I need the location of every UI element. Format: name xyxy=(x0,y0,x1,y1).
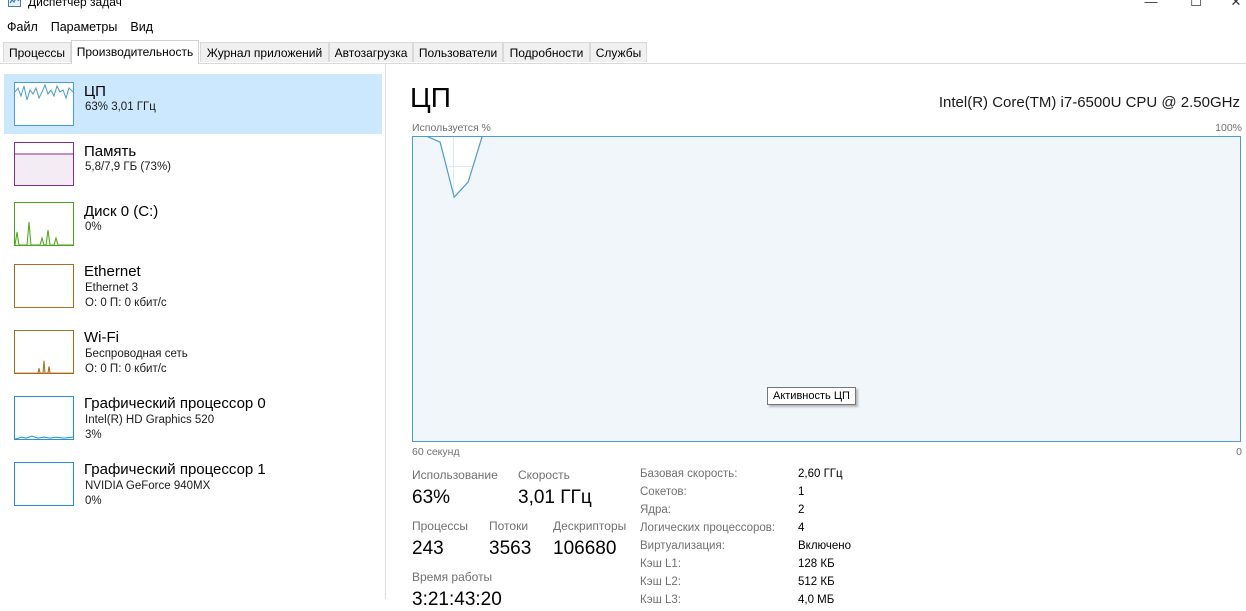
handles-label: Дескрипторы xyxy=(553,519,627,533)
spec-label-cores: Ядра: xyxy=(640,504,672,516)
spec-label-virtualization: Виртуализация: xyxy=(640,540,725,552)
window-title: Диспетчер задач xyxy=(28,0,122,9)
resource-detail: 63% 3,01 ГГц xyxy=(85,101,156,113)
tab-users[interactable]: Пользователи xyxy=(413,42,503,62)
spec-value-l3-cache: 4,0 МБ xyxy=(798,594,835,606)
tab-services[interactable]: Службы xyxy=(590,42,647,62)
resource-item-memory[interactable]: Память 5,8/7,9 ГБ (73%) xyxy=(4,134,382,194)
processes-value: 243 xyxy=(412,538,444,559)
close-button[interactable]: ✕ xyxy=(1216,0,1246,10)
resource-item-ethernet[interactable]: Ethernet Ethernet 3 О: 0 П: 0 кбит/с xyxy=(4,254,382,314)
tab-bar: Процессы Производительность Журнал прило… xyxy=(0,40,1246,64)
resource-item-wifi[interactable]: Wi-Fi Беспроводная сеть О: 0 П: 0 кбит/с xyxy=(4,320,382,380)
tab-startup[interactable]: Автозагрузка xyxy=(329,42,413,62)
wifi-thumbnail-graph xyxy=(14,330,74,374)
usage-label: Использование xyxy=(412,468,498,482)
threads-value: 3563 xyxy=(489,538,532,559)
spec-value-sockets: 1 xyxy=(798,486,805,498)
disk-thumbnail-graph xyxy=(14,202,74,246)
speed-value: 3,01 ГГц xyxy=(518,487,592,508)
memory-thumbnail-graph xyxy=(14,142,74,186)
menu-options[interactable]: Параметры xyxy=(44,18,124,38)
cpu-thumbnail-graph xyxy=(14,82,74,126)
spec-value-l1-cache: 128 КБ xyxy=(798,558,835,570)
resource-detail: NVIDIA GeForce 940MX xyxy=(85,480,211,492)
uptime-label: Время работы xyxy=(412,570,493,584)
resource-name: Память xyxy=(84,143,137,160)
resource-usage: 3% xyxy=(85,429,102,441)
spec-value-virtualization: Включено xyxy=(798,540,852,552)
processes-label: Процессы xyxy=(412,519,469,533)
resource-name: Графический процессор 0 xyxy=(84,395,266,412)
spec-value-logical-processors: 4 xyxy=(798,522,805,534)
resource-detail: Беспроводная сеть xyxy=(85,348,188,360)
spec-label-base-speed: Базовая скорость: xyxy=(640,468,738,480)
resource-detail: Ethernet 3 xyxy=(85,282,139,294)
gpu0-thumbnail-graph xyxy=(14,396,74,440)
graph-time-label: 60 секунд xyxy=(412,446,460,458)
resource-name: Диск 0 (C:) xyxy=(84,203,159,220)
resource-throughput: О: 0 П: 0 кбит/с xyxy=(85,297,167,309)
resource-item-disk[interactable]: Диск 0 (C:) 0% xyxy=(4,194,382,254)
menu-file[interactable]: Файл xyxy=(0,18,44,38)
spec-label-sockets: Сокетов: xyxy=(640,486,687,498)
spec-label-l1-cache: Кэш L1: xyxy=(640,558,681,570)
resource-item-gpu0[interactable]: Графический процессор 0 Intel(R) HD Grap… xyxy=(4,386,382,446)
tab-details[interactable]: Подробности xyxy=(503,42,590,62)
tab-performance[interactable]: Производительность xyxy=(71,40,199,64)
resource-usage: 0% xyxy=(85,495,102,507)
resource-item-cpu[interactable]: ЦП 63% 3,01 ГГц xyxy=(4,74,382,134)
tab-processes[interactable]: Процессы xyxy=(3,42,71,62)
page-title: ЦП xyxy=(410,82,451,113)
threads-label: Потоки xyxy=(489,519,529,533)
cpu-activity-tooltip: Активность ЦП xyxy=(767,387,856,405)
menu-view[interactable]: Вид xyxy=(123,18,159,38)
resource-list: ЦП 63% 3,01 ГГц Память 5,8/7,9 ГБ (73%) … xyxy=(0,64,386,599)
resource-name: Wi-Fi xyxy=(84,329,119,346)
minimize-button[interactable]: — xyxy=(1131,0,1171,9)
task-manager-app-icon xyxy=(8,0,21,7)
maximize-button[interactable]: ☐ xyxy=(1176,0,1216,10)
spec-label-logical-processors: Логических процессоров: xyxy=(640,522,776,534)
spec-label-l2-cache: Кэш L2: xyxy=(640,576,681,588)
resource-name: Ethernet xyxy=(84,263,141,280)
spec-value-base-speed: 2,60 ГГц xyxy=(798,468,843,480)
gpu1-thumbnail-graph xyxy=(14,462,74,506)
resource-item-gpu1[interactable]: Графический процессор 1 NVIDIA GeForce 9… xyxy=(4,452,382,512)
menu-bar: Файл Параметры Вид xyxy=(0,18,159,38)
resource-detail: Intel(R) HD Graphics 520 xyxy=(85,414,215,426)
spec-value-l2-cache: 512 КБ xyxy=(798,576,835,588)
ethernet-thumbnail-graph xyxy=(14,264,74,308)
handles-value: 106680 xyxy=(553,538,617,559)
tab-app-history[interactable]: Журнал приложений xyxy=(200,42,329,62)
spec-value-cores: 2 xyxy=(798,504,805,516)
resource-name: Графический процессор 1 xyxy=(84,461,266,478)
speed-label: Скорость xyxy=(518,468,570,482)
title-bar: Диспетчер задач — ☐ ✕ xyxy=(0,0,1246,12)
resource-detail: 0% xyxy=(85,221,102,233)
resource-name: ЦП xyxy=(84,83,106,100)
spec-label-l3-cache: Кэш L3: xyxy=(640,594,681,606)
usage-value: 63% xyxy=(412,487,451,508)
resource-detail: 5,8/7,9 ГБ (73%) xyxy=(85,161,172,173)
resource-throughput: О: 0 П: 0 кбит/с xyxy=(85,363,167,375)
graph-max-label: 100% xyxy=(1215,122,1242,134)
cpu-detail-panel: ЦП Intel(R) Core(TM) i7-6500U CPU @ 2.50… xyxy=(386,64,1246,610)
graph-min-label: 0 xyxy=(1236,446,1242,458)
graph-y-label: Используется % xyxy=(412,122,491,134)
uptime-value: 3:21:43:20 xyxy=(412,589,502,610)
cpu-model-name: Intel(R) Core(TM) i7-6500U CPU @ 2.50GHz xyxy=(938,94,1240,111)
